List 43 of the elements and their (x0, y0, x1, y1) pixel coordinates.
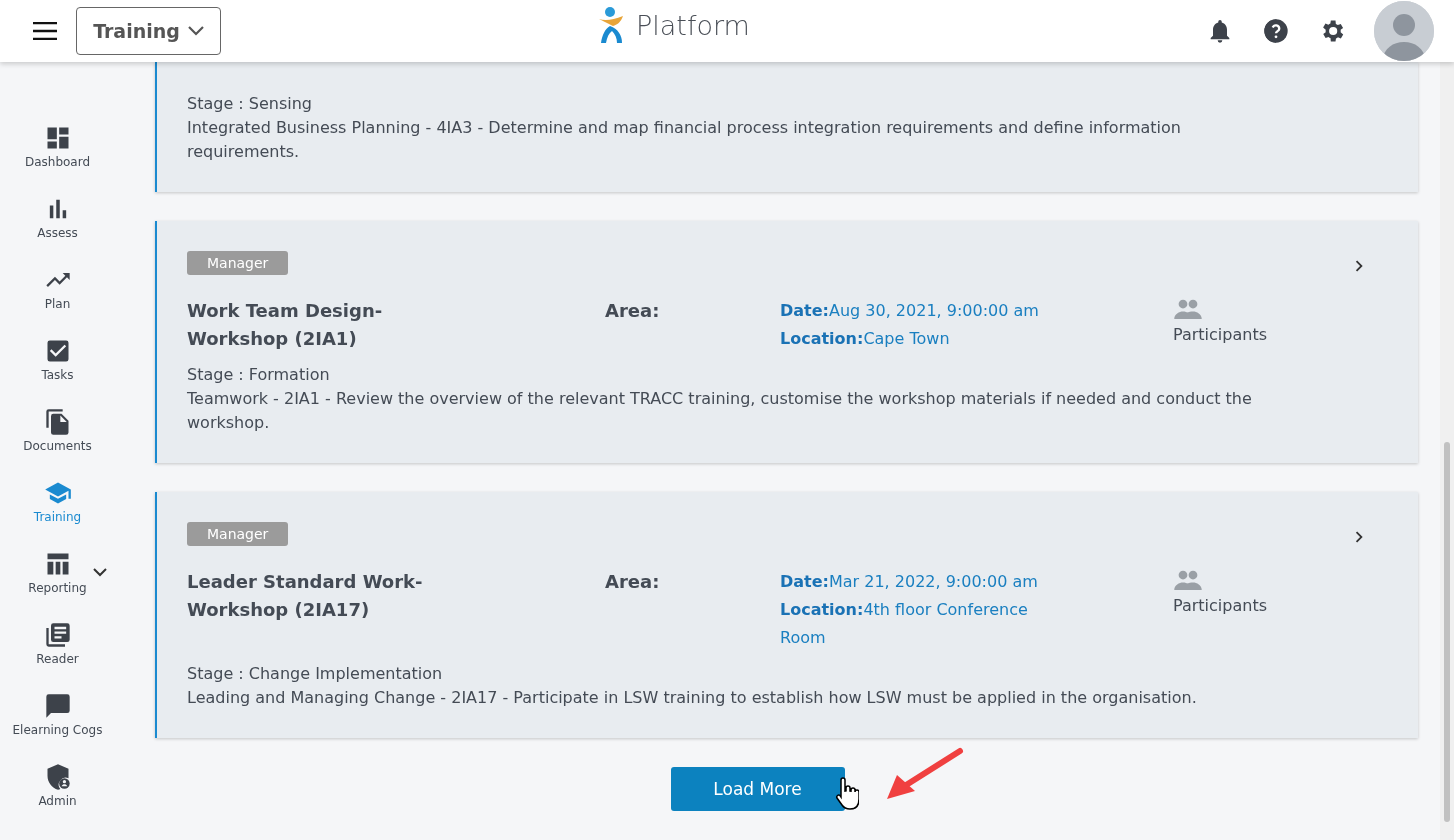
training-card[interactable]: Stage : Sensing Integrated Business Planning - 4IA3 - Determine and map financial process integration requirements and define information requirements. (155, 62, 1418, 192)
sidebar-item[interactable]: Tasks (0, 337, 115, 408)
sidebar-item[interactable]: Documents (0, 408, 115, 479)
avatar[interactable] (1374, 1, 1434, 61)
training-card[interactable] (155, 221, 1418, 463)
sidebar-item[interactable]: Training (0, 479, 115, 550)
location-text: Location:Cape Town (780, 328, 951, 350)
stage-text: Stage : Sensing (187, 93, 313, 115)
sidebar-item[interactable]: Reader (0, 621, 115, 692)
card-title: Leader Standard Work-Workshop (2IA17) (187, 570, 424, 622)
sidebar-item[interactable]: Assess (0, 195, 115, 266)
participants-label: Participants (1173, 324, 1268, 346)
card-title: Work Team Design-Workshop (2IA1) (187, 299, 384, 351)
sidebar-item[interactable]: Admin (0, 763, 115, 834)
date-text: Date:Aug 30, 2021, 9:00:00 am (780, 300, 1040, 322)
people-icon (1173, 568, 1203, 592)
training-card[interactable] (155, 492, 1418, 738)
sidebar-item[interactable]: Plan (0, 266, 115, 337)
role-badge: Manager (187, 251, 289, 275)
description-text: Teamwork - 2IA1 - Review the overview of the relevant TRACC training, customise the workshop materials if needed and conduct the workshop. (187, 388, 1253, 434)
sidebar-item[interactable]: Reporting (0, 550, 115, 621)
people-icon (1173, 297, 1203, 321)
sidebar-item[interactable]: Dashboard (0, 124, 115, 195)
hand-cursor-icon (833, 777, 859, 811)
role-badge: Manager (187, 522, 289, 546)
chat-icon (43, 692, 72, 720)
area-label: Area: (605, 299, 661, 323)
date-text: Date:Mar 21, 2022, 9:00:00 am (780, 571, 1039, 593)
sidebar-item[interactable]: Elearning Cogs (0, 692, 115, 763)
load-more-button[interactable]: Load More (670, 767, 845, 811)
stage-text: Stage : Formation (187, 364, 331, 386)
description-text: Leading and Managing Change - 2IA17 - Participate in LSW training to establish how LSW must be applied in the organisation. (187, 687, 1198, 709)
stage-text: Stage : Change Implementation (187, 663, 444, 685)
documents-icon (43, 408, 72, 436)
reader-icon (43, 621, 72, 649)
app-title: Platform (636, 9, 750, 41)
description-text: Integrated Business Planning - 4IA3 - Determine and map financial process integration requirements and define information requirements. (187, 117, 1182, 163)
location-text: Location:4th floor Conference Room (780, 599, 1029, 649)
participants-label: Participants (1173, 595, 1268, 617)
area-label: Area: (605, 570, 661, 594)
chevron-down-icon (187, 26, 204, 36)
module-dropdown[interactable]: Training (76, 7, 221, 55)
help-icon[interactable] (1262, 17, 1290, 45)
